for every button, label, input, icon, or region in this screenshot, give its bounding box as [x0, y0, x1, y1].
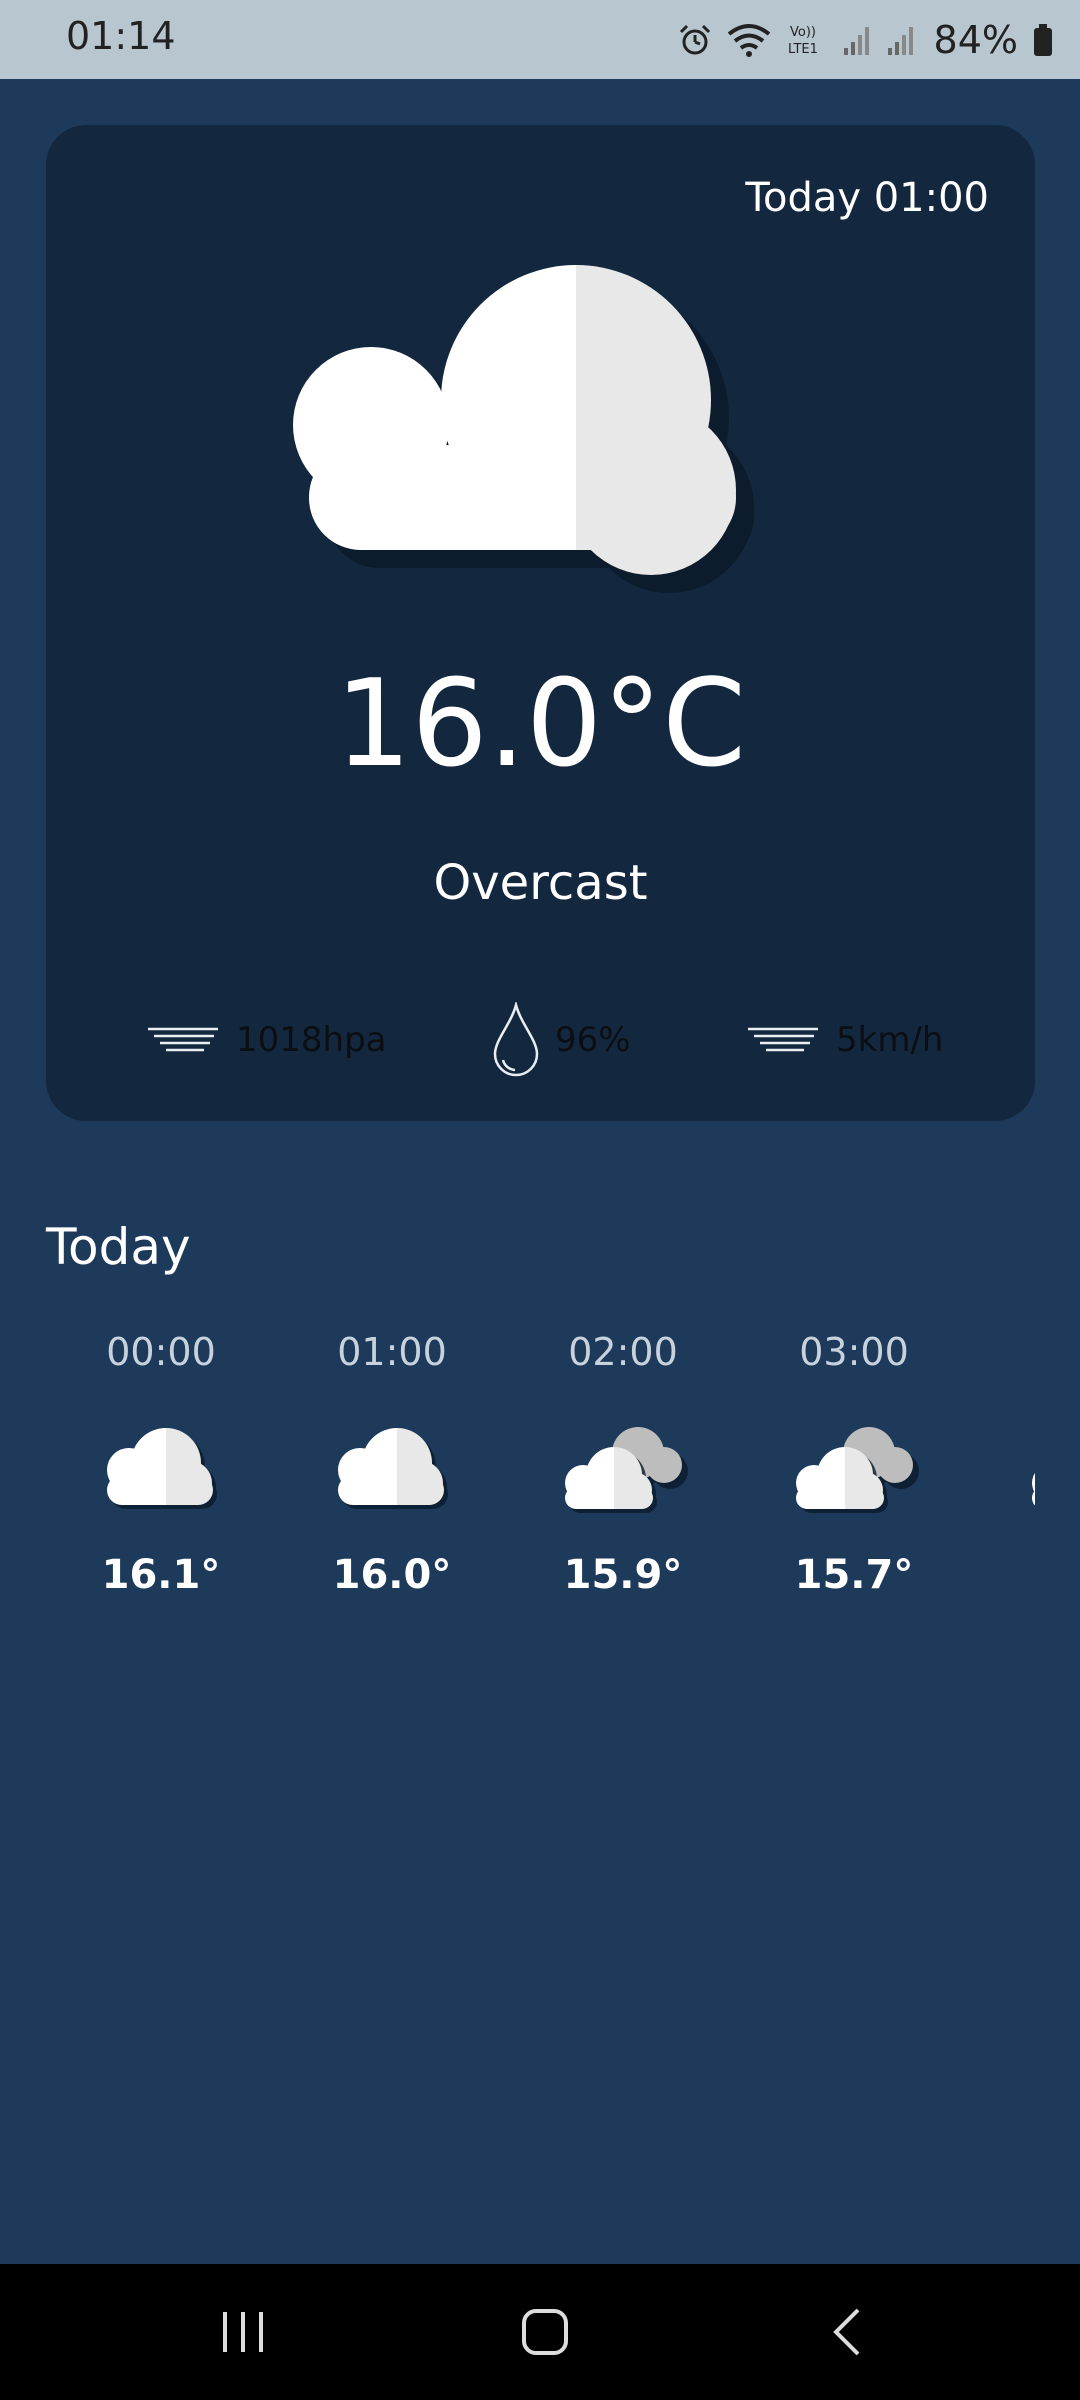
hour-temp: 16.1° [101, 1552, 221, 1598]
pressure-value: 1018hpa [236, 1020, 387, 1060]
hourly-item[interactable]: 02:00 15.9° [508, 1320, 738, 1620]
current-condition: Overcast [433, 855, 648, 911]
wind-icon [748, 1027, 818, 1052]
hourly-forecast-list[interactable]: 00:00 16.1° 01:00 16.0° 02:00 15.9° 03:0… [46, 1320, 1035, 1630]
current-temperature: 16.0°C [335, 655, 746, 794]
hour-temp: 16.0° [332, 1552, 452, 1598]
hour-time: 00:00 [106, 1330, 216, 1374]
clouds-icon [565, 1427, 688, 1513]
status-bar: 01:14 Vo)) LTE1 84% [0, 0, 1080, 79]
hour-time: 01:00 [337, 1330, 447, 1374]
cloud-icon [107, 1428, 217, 1509]
status-icons: Vo)) LTE1 84% [678, 12, 1054, 68]
volte-icon: Vo)) LTE1 [788, 25, 818, 57]
wifi-icon [727, 24, 770, 57]
cloud-icon [293, 265, 754, 593]
current-timestamp: Today 01:00 [745, 175, 989, 221]
hourly-item-partial[interactable] [970, 1320, 1035, 1620]
pressure-stat: 1018hpa [146, 1000, 387, 1080]
battery-percent: 84% [933, 18, 1018, 62]
battery-icon [1034, 24, 1052, 56]
current-weather-card: Today 01:00 16.0°C Overcast 1018hpa 96% … [46, 125, 1035, 1121]
hourly-item[interactable]: 03:00 15.7° [739, 1320, 969, 1620]
hourly-item[interactable]: 00:00 16.1° [46, 1320, 276, 1620]
status-time: 01:14 [66, 14, 176, 58]
signal-icon [887, 27, 913, 55]
hour-temp: 15.7° [794, 1552, 914, 1598]
svg-text:LTE1: LTE1 [788, 42, 818, 57]
svg-text:Vo)): Vo)) [790, 25, 816, 40]
humidity-value: 96% [555, 1020, 631, 1060]
humidity-stat: 96% [491, 1000, 631, 1080]
alarm-icon [679, 24, 710, 55]
wind-stat: 5km/h [746, 1000, 943, 1080]
wind-value: 5km/h [836, 1020, 944, 1060]
hour-time: 03:00 [799, 1330, 909, 1374]
clouds-icon [796, 1427, 919, 1513]
droplet-icon [493, 1002, 539, 1077]
cloud-icon [1032, 1473, 1035, 1506]
back-icon[interactable] [820, 2302, 880, 2362]
signal-icon [843, 27, 869, 55]
navigation-bar [0, 2264, 1080, 2400]
hourly-section-title: Today [46, 1218, 191, 1276]
hourly-item[interactable]: 01:00 16.0° [277, 1320, 507, 1620]
hour-temp: 15.9° [563, 1552, 683, 1598]
cloud-icon [338, 1428, 448, 1509]
pressure-icon [148, 1027, 218, 1052]
home-icon[interactable] [515, 2302, 575, 2362]
recent-apps-icon[interactable] [213, 2302, 273, 2362]
weather-stats: 1018hpa 96% 5km/h [46, 1000, 1035, 1080]
hour-time: 02:00 [568, 1330, 678, 1374]
